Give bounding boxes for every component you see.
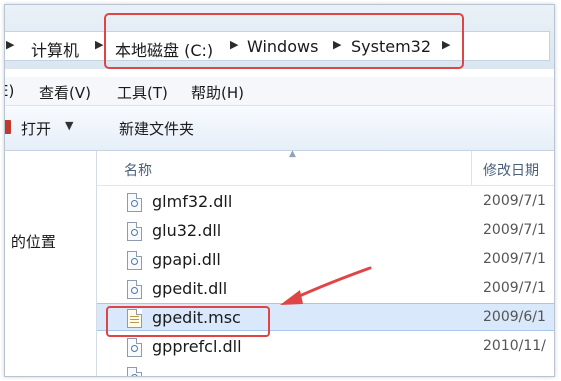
file-name: gpapi.dll [152,250,221,269]
nav-item-label: 的位置 [10,233,56,251]
file-name: gpprefcl.dll [152,337,242,356]
column-divider[interactable] [471,151,472,185]
menu-help[interactable]: 帮助(H) [191,82,244,103]
breadcrumb-computer[interactable]: 计算机 [31,37,79,61]
menu-edge-partial: E) [5,82,15,100]
file-date: 2009/7/1 [483,280,546,296]
file-date: 2009/7/1 [483,222,546,238]
dll-file-icon [127,222,142,241]
dll-file-icon [127,193,142,212]
dll-file-icon [127,280,142,299]
file-row[interactable]: glu32.dll 2009/7/1 [97,217,554,245]
menu-tools[interactable]: 工具(T) [117,82,168,103]
file-name: gpedit.dll [152,279,228,298]
new-folder-button[interactable]: 新建文件夹 [119,118,194,139]
file-row[interactable]: gpprefcl.dll 2010/11/ [97,333,554,361]
dll-file-icon [127,338,142,357]
file-highlight-box [106,306,270,337]
dll-file-icon [127,251,142,270]
nav-item-partial[interactable]: ]的位置 [5,231,56,252]
file-name: glmf32.dll [152,192,233,211]
file-date: 2009/7/1 [483,251,546,267]
chevron-right-icon[interactable]: ▶ [95,38,103,51]
menu-bar: E) 查看(V) 工具(T) 帮助(H) [5,77,554,106]
column-header-name[interactable]: 名称 [124,160,152,180]
file-row-partial[interactable] [97,362,554,376]
file-name: glu32.dll [152,221,222,240]
explorer-window: ▶ 计算机 ▶ 本地磁盘 (C:) ▶ Windows ▶ System32 ▶… [4,4,555,377]
dll-file-icon [127,367,142,376]
toolbar: 打开 ▼ 新建文件夹 [5,106,554,151]
chevron-right-icon[interactable]: ▶ [6,38,14,51]
menu-view[interactable]: 查看(V) [39,82,91,103]
navigation-pane [5,151,95,376]
file-date: 2009/6/1 [483,309,546,325]
file-date: 2010/11/ [483,338,546,354]
dropdown-arrow-icon[interactable]: ▼ [65,119,73,132]
annotation-arrow-icon [280,266,372,305]
file-row[interactable]: glmf32.dll 2009/7/1 [97,188,554,216]
file-date: 2009/7/1 [483,193,546,209]
address-highlight-box [104,13,464,69]
open-button[interactable]: 打开 [21,118,51,139]
sort-ascending-icon: ▲ [289,149,296,159]
open-icon [5,120,11,134]
column-header-date[interactable]: 修改日期 [483,160,539,180]
